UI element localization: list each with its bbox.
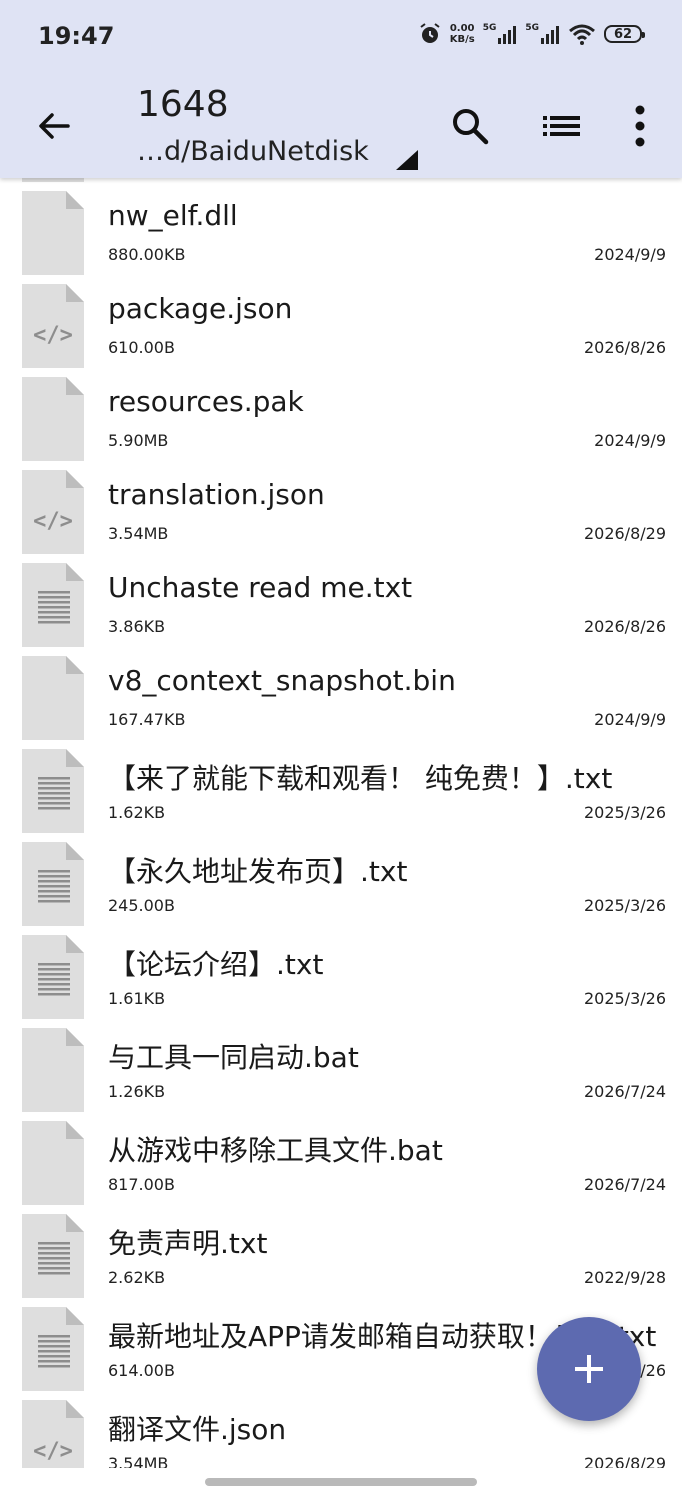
file-row[interactable]: </> translation.json 3.54MB 2026/8/29 bbox=[0, 466, 682, 559]
file-name: translation.json bbox=[108, 478, 325, 511]
wifi-icon bbox=[569, 24, 595, 45]
add-fab-button[interactable] bbox=[537, 1317, 641, 1421]
file-row[interactable]: huggingface bbox=[0, 178, 682, 187]
list-view-icon[interactable] bbox=[538, 104, 584, 148]
file-size: 880.00KB bbox=[108, 245, 186, 264]
file-icon bbox=[22, 1028, 84, 1112]
file-name: 免责声明.txt bbox=[108, 1227, 268, 1260]
file-name: nw_elf.dll bbox=[108, 199, 238, 232]
code-file-icon: </> bbox=[22, 470, 84, 554]
file-row[interactable]: 免责声明.txt 2.62KB 2022/9/28 bbox=[0, 1210, 682, 1303]
file-date: 2026/8/26 bbox=[583, 338, 666, 357]
status-icons: 0.00 KB/s 5G 5G 62 bbox=[418, 22, 645, 46]
home-indicator bbox=[205, 1478, 477, 1486]
file-date: 2024/9/9 bbox=[594, 710, 666, 729]
file-date: 2025/3/26 bbox=[583, 989, 666, 1008]
text-file-icon bbox=[22, 749, 84, 833]
file-name: 【来了就能下载和观看！ 纯免费！】.txt bbox=[108, 762, 613, 795]
file-name: 【论坛介绍】.txt bbox=[108, 948, 324, 981]
file-row[interactable]: resources.pak 5.90MB 2024/9/9 bbox=[0, 373, 682, 466]
file-size: 2.62KB bbox=[108, 1268, 166, 1287]
file-row[interactable]: Unchaste read me.txt 3.86KB 2026/8/26 bbox=[0, 559, 682, 652]
file-size: 245.00B bbox=[108, 896, 175, 915]
code-file-icon: </> bbox=[22, 284, 84, 368]
more-options-icon[interactable] bbox=[620, 102, 660, 150]
file-size: 1.26KB bbox=[108, 1082, 166, 1101]
status-time: 19:47 bbox=[38, 22, 115, 50]
file-date: 2025/3/26 bbox=[583, 896, 666, 915]
path-breadcrumb[interactable]: …d/BaiduNetdisk bbox=[137, 136, 369, 167]
file-size: 614.00B bbox=[108, 1361, 175, 1380]
text-file-icon bbox=[22, 563, 84, 647]
file-icon bbox=[22, 1121, 84, 1205]
svg-text:</>: </> bbox=[33, 509, 73, 534]
dropdown-triangle-icon[interactable] bbox=[396, 150, 418, 170]
file-size: 3.54MB bbox=[108, 524, 169, 543]
file-date: 2022/9/28 bbox=[583, 1268, 666, 1287]
file-size: 817.00B bbox=[108, 1175, 175, 1194]
file-icon bbox=[22, 377, 84, 461]
file-name: package.json bbox=[108, 292, 293, 325]
file-size: 3.86KB bbox=[108, 617, 166, 636]
file-date: 2026/8/26 bbox=[583, 617, 666, 636]
folder-title: 1648 bbox=[137, 84, 229, 125]
back-arrow-icon[interactable] bbox=[32, 104, 76, 148]
text-file-icon bbox=[22, 935, 84, 1019]
file-name: Unchaste read me.txt bbox=[108, 571, 413, 604]
file-size: 610.00B bbox=[108, 338, 175, 357]
svg-text:</>: </> bbox=[33, 323, 73, 348]
file-row[interactable]: 【永久地址发布页】.txt 245.00B 2025/3/26 bbox=[0, 838, 682, 931]
text-file-icon bbox=[22, 1307, 84, 1391]
file-row[interactable]: v8_context_snapshot.bin 167.47KB 2024/9/9 bbox=[0, 652, 682, 745]
battery-indicator: 62 bbox=[604, 25, 645, 43]
file-row[interactable]: 从游戏中移除工具文件.bat 817.00B 2026/7/24 bbox=[0, 1117, 682, 1210]
file-date: 2026/8/29 bbox=[583, 1454, 666, 1468]
file-name: 从游戏中移除工具文件.bat bbox=[108, 1134, 443, 1167]
file-icon bbox=[22, 656, 84, 740]
file-size: 1.61KB bbox=[108, 989, 166, 1008]
file-icon bbox=[22, 191, 84, 275]
file-size: 5.90MB bbox=[108, 431, 169, 450]
file-date: 2024/9/9 bbox=[594, 245, 666, 264]
file-row[interactable]: 【来了就能下载和观看！ 纯免费！】.txt 1.62KB 2025/3/26 bbox=[0, 745, 682, 838]
network-speed: 0.00 KB/s bbox=[449, 23, 475, 45]
file-name: 翻译文件.json bbox=[108, 1413, 287, 1446]
file-date: 2025/3/26 bbox=[583, 803, 666, 822]
text-file-icon bbox=[22, 1214, 84, 1298]
svg-text:</>: </> bbox=[33, 1439, 73, 1464]
file-list[interactable]: huggingface nw_elf.dll 880.00KB 2024/9/9 </>… bbox=[0, 178, 682, 1468]
search-icon[interactable] bbox=[448, 104, 492, 148]
file-row[interactable]: 【论坛介绍】.txt 1.61KB 2025/3/26 bbox=[0, 931, 682, 1024]
file-name: resources.pak bbox=[108, 385, 304, 418]
file-row[interactable]: </> package.json 610.00B 2026/8/26 bbox=[0, 280, 682, 373]
signal-icon-2: 5G bbox=[525, 23, 560, 45]
app-bar: 19:47 0.00 KB/s 5G 5G 62 1648 …d/BaiduNet… bbox=[0, 0, 682, 178]
file-name: 与工具一同启动.bat bbox=[108, 1041, 359, 1074]
signal-icon-1: 5G bbox=[483, 23, 518, 45]
file-date: 2026/7/24 bbox=[583, 1082, 666, 1101]
text-file-icon bbox=[22, 842, 84, 926]
file-date: 2026/7/24 bbox=[583, 1175, 666, 1194]
code-file-icon: </> bbox=[22, 1400, 84, 1468]
file-date: 2026/8/29 bbox=[583, 524, 666, 543]
file-size: 3.54MB bbox=[108, 1454, 169, 1468]
file-name: 【永久地址发布页】.txt bbox=[108, 855, 408, 888]
folder-icon bbox=[22, 178, 84, 182]
file-date: 2024/9/9 bbox=[594, 431, 666, 450]
alarm-icon bbox=[420, 23, 440, 43]
file-row[interactable]: 与工具一同启动.bat 1.26KB 2026/7/24 bbox=[0, 1024, 682, 1117]
file-row[interactable]: nw_elf.dll 880.00KB 2024/9/9 bbox=[0, 187, 682, 280]
file-size: 167.47KB bbox=[108, 710, 186, 729]
file-size: 1.62KB bbox=[108, 803, 166, 822]
file-name: v8_context_snapshot.bin bbox=[108, 664, 456, 697]
